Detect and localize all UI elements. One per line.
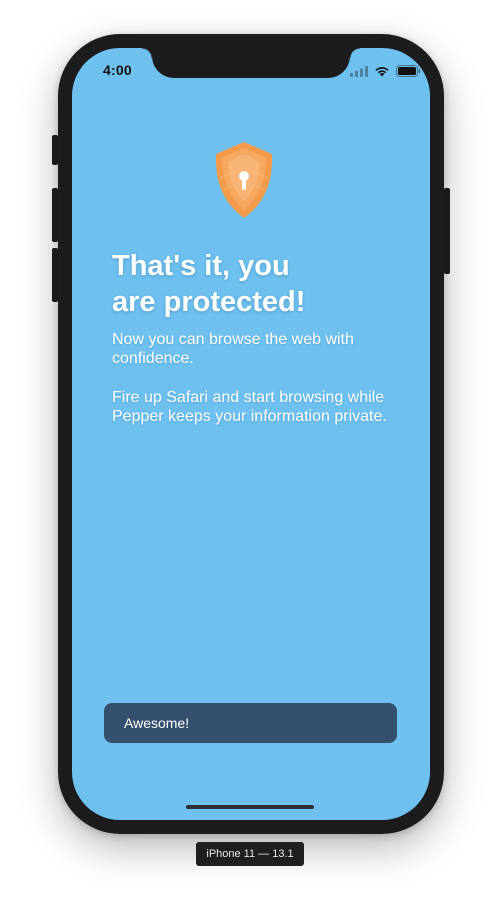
body-paragraph-2: Fire up Safari and start browsing while …: [112, 389, 387, 425]
mute-switch: [52, 135, 58, 165]
headline-line-1: That's it, you: [112, 250, 290, 282]
cellular-signal-icon: [350, 65, 368, 77]
home-indicator[interactable]: [186, 805, 314, 809]
wifi-icon: [375, 67, 389, 77]
body-paragraph-1: Now you can browse the web with confiden…: [112, 331, 354, 367]
awesome-button[interactable]: Awesome!: [104, 703, 397, 743]
simulator-device-label: iPhone 11 — 13.1: [196, 842, 304, 866]
shield-lock-icon: [215, 142, 273, 218]
volume-down-button: [52, 248, 58, 302]
headline-line-2: are protected!: [112, 286, 306, 318]
battery-icon: [396, 65, 421, 77]
headline: That's it, you are protected!: [112, 248, 392, 320]
volume-up-button: [52, 188, 58, 242]
awesome-button-label: Awesome!: [124, 715, 190, 731]
status-time: 4:00: [103, 62, 132, 78]
notch: [142, 48, 360, 78]
status-icons: [350, 64, 421, 78]
power-button: [444, 188, 450, 274]
